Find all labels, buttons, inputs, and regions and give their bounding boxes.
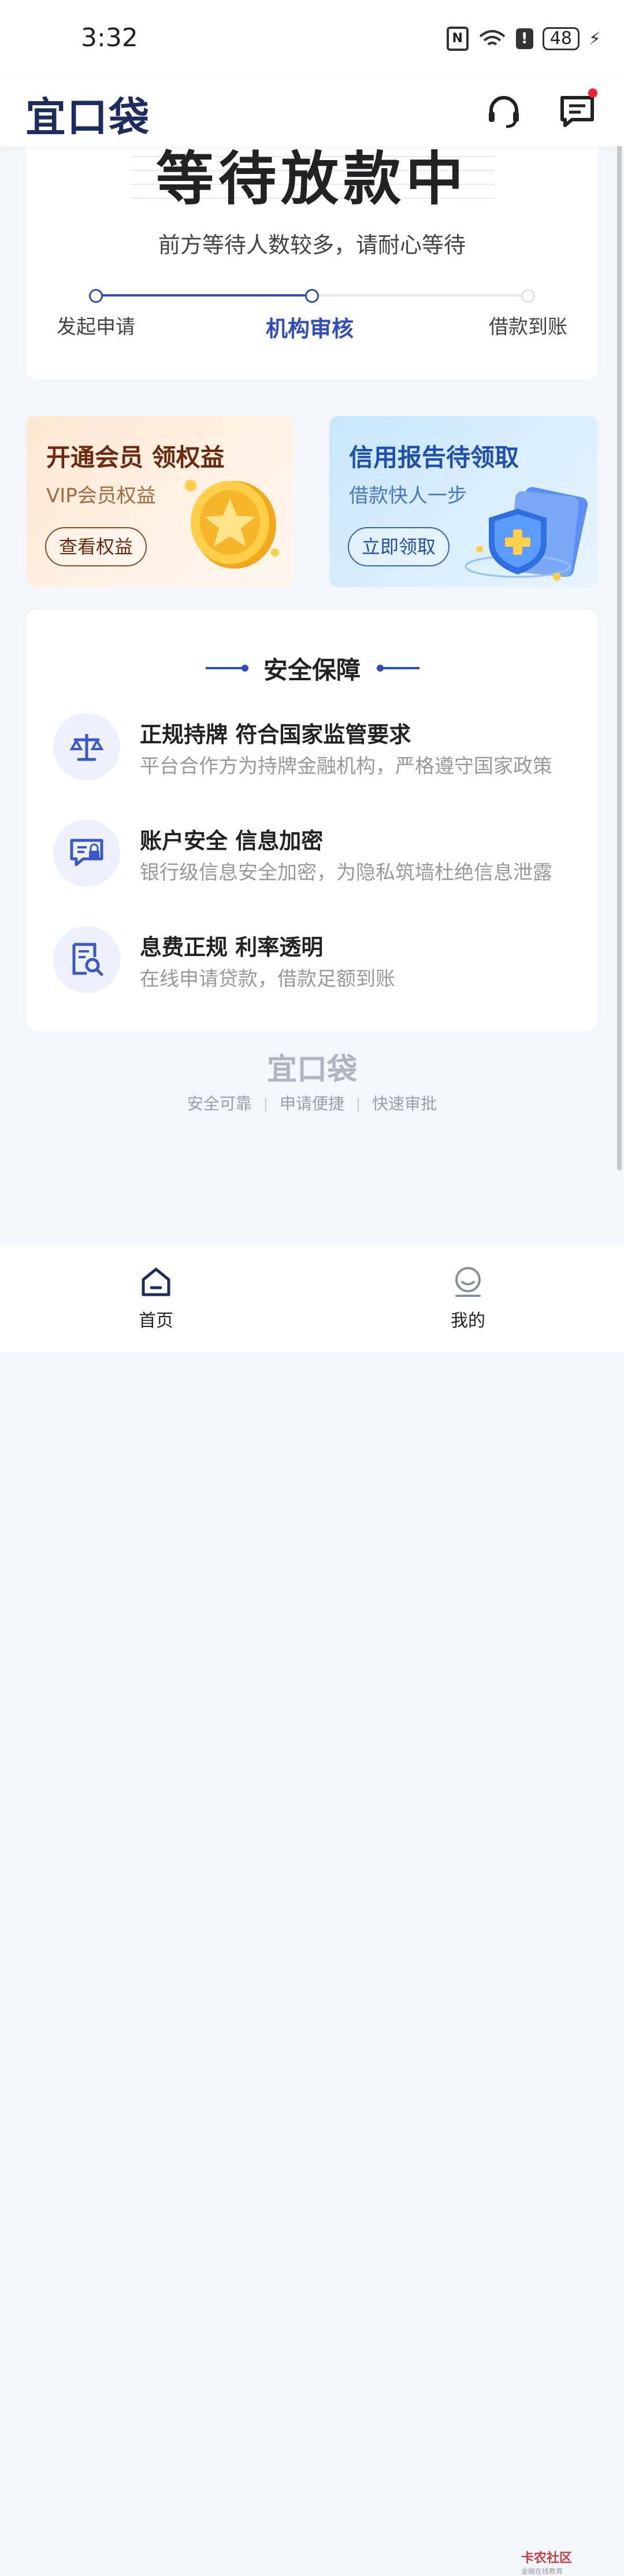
step-label-review: 机构审核 <box>266 316 354 342</box>
charging-icon: ⚡ <box>588 28 601 49</box>
step-node-arrive <box>521 289 535 303</box>
shield-report-icon <box>465 487 588 581</box>
message-icon <box>560 96 594 127</box>
lock-card-icon <box>53 820 120 887</box>
app-logo: 宜口袋 <box>25 94 150 141</box>
status-icons: N ! 48 ⚡ <box>446 27 601 51</box>
nav-mine-label: 我的 <box>451 1311 485 1331</box>
progress-fill <box>96 294 313 296</box>
security-title: 安全保障 <box>263 656 361 684</box>
profile-icon <box>455 1267 481 1297</box>
security-item-desc: 银行级信息安全加密，为隐私筑墙杜绝信息泄露 <box>140 861 552 884</box>
credit-report-promo-card[interactable]: 信用报告待领取 借款快人一步 立即领取 <box>329 416 597 587</box>
nav-home-label: 首页 <box>139 1311 173 1331</box>
credit-promo-subtitle: 借款快人一步 <box>349 484 467 507</box>
bottom-nav: 首页 我的 卡农社区 金融在线教育 <box>0 1246 624 2575</box>
footer-logo: 宜口袋 <box>266 1052 357 1087</box>
nav-home[interactable]: 首页 <box>110 1265 202 1332</box>
footer-tag: 安全可靠 <box>187 1094 252 1113</box>
headset-icon[interactable] <box>486 94 521 129</box>
security-item-title: 正规持牌 符合国家监管要求 <box>140 722 411 747</box>
security-item-desc: 在线申请贷款，借款足额到账 <box>140 968 395 991</box>
watermark: 卡农社区 金融在线教育 <box>521 2548 572 2576</box>
status-time: 3:32 <box>81 23 138 53</box>
step-node-review <box>305 289 319 303</box>
step-node-apply <box>89 289 103 303</box>
claim-now-button[interactable]: 立即领取 <box>348 527 450 566</box>
battery-icon: 48 <box>542 27 580 50</box>
loan-status-subtitle: 前方等待人数较多，请耐心等待 <box>158 232 466 258</box>
scale-icon <box>53 713 120 780</box>
security-item-desc: 平台合作方为持牌金融机构，严格遵守国家政策 <box>140 755 552 778</box>
watermark-sub: 金融在线教育 <box>521 2567 563 2575</box>
credit-promo-title: 信用报告待领取 <box>349 443 519 472</box>
scrollbar[interactable] <box>617 113 622 1170</box>
security-item-title: 息费正规 利率透明 <box>140 935 324 960</box>
view-benefits-button[interactable]: 查看权益 <box>45 527 147 566</box>
vip-promo-card[interactable]: 开通会员 领权益 VIP会员权益 查看权益 <box>27 416 295 587</box>
step-label-apply: 发起申请 <box>57 316 135 339</box>
alert-icon: ! <box>515 28 533 49</box>
notification-badge <box>588 88 597 98</box>
step-label-arrive: 借款到账 <box>489 316 567 339</box>
message-button[interactable] <box>559 88 597 129</box>
footer-tag: 申请便捷 <box>279 1094 344 1113</box>
footer-tags: 安全可靠 | 申请便捷 | 快速审批 <box>187 1094 437 1113</box>
doc-search-icon <box>53 926 120 993</box>
wifi-icon <box>479 30 506 46</box>
vip-promo-title: 开通会员 领权益 <box>46 443 225 472</box>
security-item-title: 账户安全 信息加密 <box>140 828 324 854</box>
nav-mine[interactable]: 我的 <box>422 1265 514 1332</box>
home-icon <box>142 1267 170 1296</box>
status-bar: 3:32 N ! 48 ⚡ <box>0 0 624 78</box>
star-coin-icon <box>185 480 279 569</box>
nfc-icon: N <box>446 27 469 51</box>
app-header: 宜口袋 <box>0 78 624 146</box>
vip-promo-subtitle: VIP会员权益 <box>46 484 156 507</box>
footer-tag: 快速审批 <box>372 1094 437 1113</box>
watermark-title: 卡农社区 <box>521 2551 573 2566</box>
